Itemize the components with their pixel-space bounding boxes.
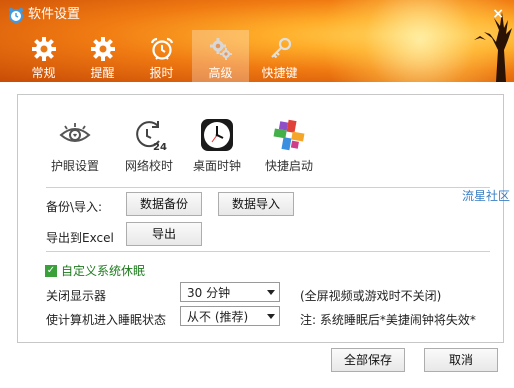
tab-bar: 常规 提醒 报时 高级 快捷键 <box>15 30 310 82</box>
gears-icon <box>209 38 232 60</box>
pinwheel-icon <box>273 119 305 151</box>
tab-general[interactable]: 常规 <box>15 30 72 82</box>
tab-label: 高级 <box>208 66 233 80</box>
sleep-label: 使计算机进入睡眠状态 <box>46 313 167 327</box>
checkbox-label: 自定义系统休眠 <box>61 264 146 278</box>
tab-reminder[interactable]: 提醒 <box>74 30 131 82</box>
sleep-note: 注: 系统睡眠后*美捷闹钟将失效* <box>300 313 476 327</box>
sleep-select[interactable]: 从不 (推荐) <box>180 306 280 326</box>
feature-label: 桌面时钟 <box>192 159 241 173</box>
close-icon[interactable]: × <box>492 6 504 22</box>
display-off-select[interactable]: 30 分钟 <box>180 282 280 302</box>
tab-label: 报时 <box>149 66 174 80</box>
display-off-value: 30 分钟 <box>187 286 231 300</box>
feature-network-time[interactable]: 24 网络校时 <box>117 117 181 174</box>
edge-artifact <box>0 121 6 135</box>
tab-hotkeys[interactable]: 快捷键 <box>251 30 308 82</box>
app-clock-icon <box>9 8 23 23</box>
community-link[interactable]: 流星社区 <box>462 187 510 204</box>
gear-icon <box>31 37 56 61</box>
chevron-down-icon <box>267 314 275 319</box>
divider <box>46 187 490 188</box>
display-off-note: (全屏视频或游戏时不关闭) <box>300 289 442 303</box>
export-label: 导出到Excel <box>46 231 114 245</box>
cancel-button[interactable]: 取消 <box>424 348 498 372</box>
backup-label: 备份\导入: <box>46 200 103 214</box>
svg-text:24: 24 <box>153 142 167 153</box>
header-banner: 软件设置 × 常规 提醒 报时 高级 快捷键 <box>0 0 514 82</box>
sleep-value: 从不 (推荐) <box>187 310 249 324</box>
tab-label: 快捷键 <box>261 66 298 80</box>
checkbox-check-icon: ✓ <box>45 264 57 277</box>
feature-quick-launch[interactable]: 快捷启动 <box>257 117 321 174</box>
feature-label: 网络校时 <box>124 159 173 173</box>
tab-label: 常规 <box>31 66 56 80</box>
eye-icon <box>59 123 91 142</box>
tab-chime[interactable]: 报时 <box>133 30 190 82</box>
gear-icon <box>90 37 115 61</box>
save-all-button[interactable]: 全部保存 <box>331 348 405 372</box>
window-title: 软件设置 <box>28 7 81 22</box>
key-icon <box>270 37 291 59</box>
display-off-label: 关闭显示器 <box>46 289 107 303</box>
advanced-settings-panel: 护眼设置 24 网络校时 桌面时钟 快捷启动 备份\导入: 数据备份 数据导入 … <box>17 94 504 343</box>
feature-eye-care[interactable]: 护眼设置 <box>43 117 107 174</box>
alarm-clock-icon <box>150 37 173 60</box>
custom-sleep-checkbox[interactable]: ✓ 自定义系统休眠 <box>45 262 145 279</box>
tab-advanced[interactable]: 高级 <box>192 30 249 82</box>
export-button[interactable]: 导出 <box>126 222 202 246</box>
clock-24-icon: 24 <box>136 121 167 153</box>
feature-desktop-clock[interactable]: 桌面时钟 <box>185 117 249 174</box>
feature-label: 护眼设置 <box>50 159 99 173</box>
feature-label: 快捷启动 <box>264 159 313 173</box>
data-import-button[interactable]: 数据导入 <box>218 192 294 216</box>
data-backup-button[interactable]: 数据备份 <box>126 192 202 216</box>
tab-label: 提醒 <box>90 66 115 80</box>
chevron-down-icon <box>267 290 275 295</box>
desktop-clock-icon <box>201 119 233 151</box>
divider <box>46 251 490 252</box>
